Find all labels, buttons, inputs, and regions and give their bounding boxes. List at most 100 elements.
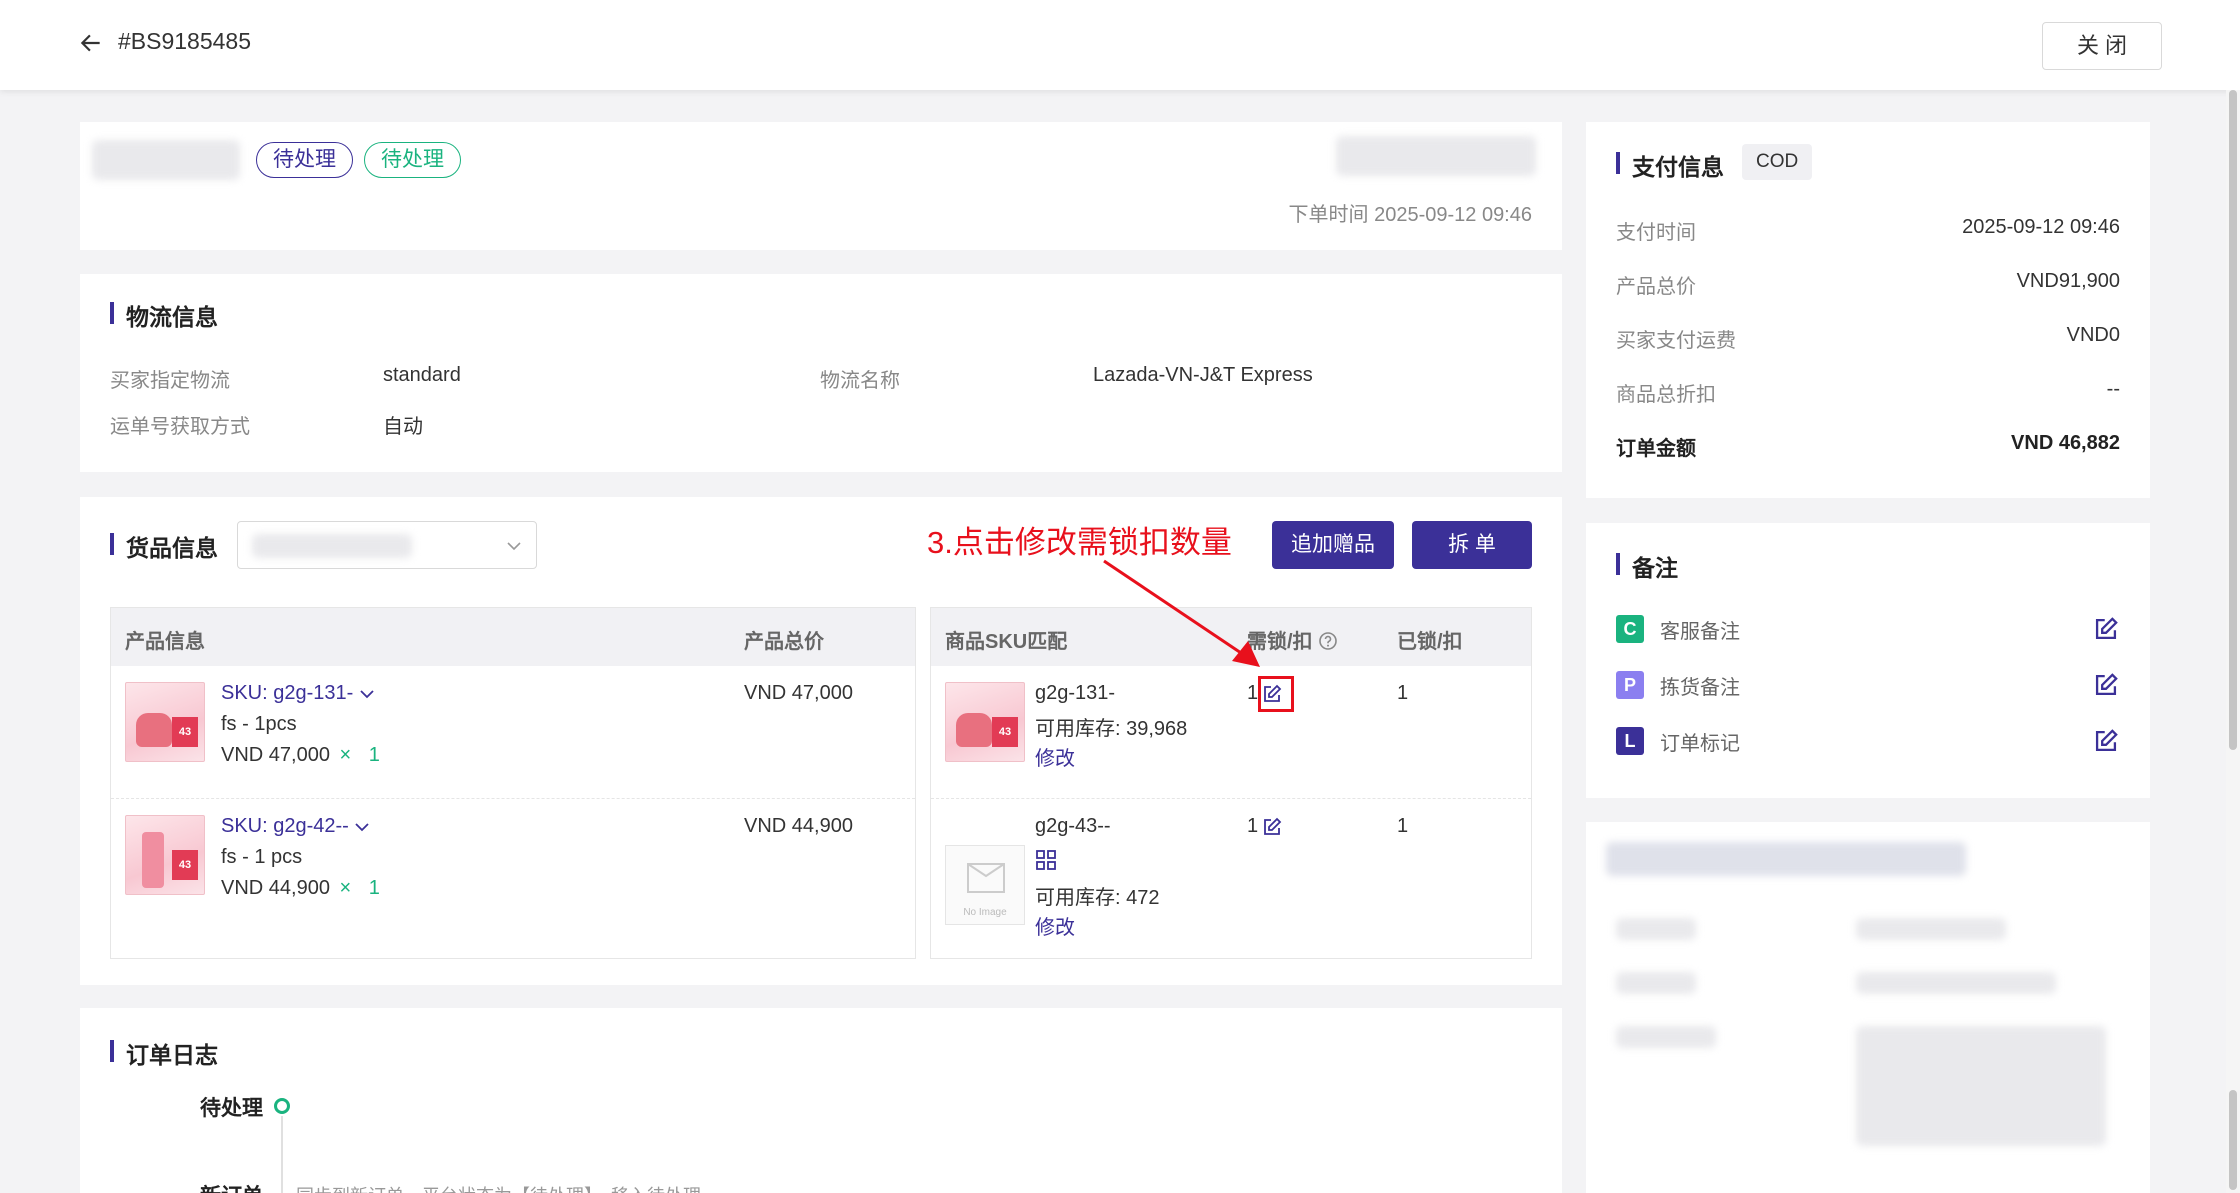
warehouse-select[interactable] (237, 521, 537, 569)
header-sku-match: 商品SKU匹配 (945, 631, 1068, 653)
remarks-title: 备注 (1616, 549, 1678, 583)
chevron-down-icon (355, 823, 370, 831)
order-log-card: 订单日志 待处理 新订单 同步到新订单，平台状态为【待处理】，移入待处理 (80, 1008, 1562, 1193)
product-total-label: 产品总价 (1616, 276, 1696, 298)
times-symbol: × (339, 744, 352, 766)
header-product-info: 产品信息 (125, 631, 205, 653)
edit-icon[interactable] (2092, 671, 2120, 699)
goods-title: 货品信息 (110, 529, 218, 563)
product-qty: 1 (368, 877, 380, 899)
page-scrollbar[interactable] (2226, 90, 2240, 1193)
locked-qty: 1 (1397, 815, 1409, 837)
edit-icon[interactable] (2092, 615, 2120, 643)
product-table: 产品信息 产品总价 43 SKU: g2g-131- fs - 1pcs VND… (110, 607, 916, 959)
remark-label: 客服备注 (1660, 621, 1740, 643)
log-description: 同步到新订单，平台状态为【待处理】，移入待处理 (296, 1182, 701, 1193)
order-time-value: 2025-09-12 09:46 (1374, 204, 1532, 226)
redacted-block (1616, 1026, 1716, 1048)
matched-sku: g2g-43-- (1035, 815, 1111, 837)
tracking-method-value: 自动 (383, 416, 423, 438)
split-order-button[interactable]: 拆 单 (1412, 521, 1532, 569)
redacted-order-ref (1336, 136, 1536, 176)
product-qty: 1 (368, 744, 380, 766)
scrollbar-thumb[interactable] (2229, 90, 2237, 750)
available-stock: 可用库存: 472 (1035, 887, 1160, 909)
scrollbar-thumb-lower[interactable] (2229, 1090, 2237, 1190)
redacted-warehouse (252, 534, 412, 558)
help-circle-icon[interactable] (1318, 631, 1338, 651)
payment-method-badge: COD (1742, 144, 1813, 180)
modify-link[interactable]: 修改 (1035, 911, 1075, 940)
logistics-name-value: Lazada-VN-J&T Express (1093, 364, 1313, 386)
available-stock: 可用库存: 39,968 (1035, 718, 1188, 740)
timeline-line (281, 1116, 283, 1193)
remark-label: 拣货备注 (1660, 677, 1740, 699)
product-image-badge: 43 (172, 717, 198, 747)
product-sku-link[interactable]: SKU: g2g-42-- (221, 815, 370, 838)
tracking-method-label: 运单号获取方式 (110, 416, 250, 438)
product-sku-link[interactable]: SKU: g2g-131- (221, 682, 375, 705)
product-image: 43 (125, 815, 205, 895)
sku-image-badge: 43 (992, 717, 1018, 747)
redacted-block (1616, 972, 1696, 994)
product-image-badge: 43 (172, 850, 198, 880)
close-button[interactable]: 关 闭 (2042, 22, 2162, 70)
remark-label: 订单标记 (1660, 733, 1740, 755)
timeline-dot (274, 1098, 290, 1114)
logistics-title: 物流信息 (110, 298, 218, 332)
order-time: 下单时间 2025-09-12 09:46 (1289, 198, 1532, 227)
remarks-card: 备注 C 客服备注 P 拣货备注 L 订单标记 (1586, 523, 2150, 798)
table-row: 43 SKU: g2g-131- fs - 1pcs VND 47,000 × … (111, 666, 915, 799)
need-lock-qty: 1 (1247, 815, 1259, 837)
discount-value: -- (2106, 378, 2120, 400)
product-total-value: VND91,900 (2016, 270, 2120, 292)
shipping-fee-label: 买家支付运费 (1616, 330, 1736, 352)
product-total: VND 44,900 (744, 815, 853, 837)
payment-title: 支付信息 (1616, 148, 1724, 182)
log-status: 新订单 (200, 1180, 263, 1193)
image-placeholder-icon (967, 863, 1005, 893)
redacted-block (1606, 842, 1966, 876)
times-symbol: × (339, 877, 352, 899)
product-variant: fs - 1pcs (221, 713, 297, 735)
remark-badge: C (1616, 615, 1644, 643)
annotation-arrow (1103, 559, 1260, 667)
table-row: No Image g2g-43-- 可用库存: 472 修改 1 1 (931, 799, 1531, 958)
edit-icon[interactable] (2092, 727, 2120, 755)
remark-badge: P (1616, 671, 1644, 699)
need-lock-qty: 1 (1247, 682, 1259, 704)
order-amount-label: 订单金额 (1616, 438, 1696, 460)
buyer-logistics-label: 买家指定物流 (110, 370, 230, 392)
product-sku: SKU: g2g-42-- (221, 815, 349, 837)
product-price-line: VND 47,000 × 1 (221, 744, 380, 767)
redacted-block (1616, 918, 1696, 940)
product-price: VND 44,900 (221, 877, 330, 899)
arrow-left-icon[interactable] (78, 30, 104, 56)
product-variant: fs - 1 pcs (221, 846, 303, 868)
grid-icon[interactable] (1035, 849, 1057, 871)
logistics-name-label: 物流名称 (820, 370, 900, 392)
redacted-block (1856, 1026, 2106, 1146)
redacted-block (1856, 918, 2006, 940)
add-gift-button[interactable]: 追加赠品 (1272, 521, 1394, 569)
order-summary-card: 待处理 待处理 下单时间 2025-09-12 09:46 (80, 122, 1562, 250)
header-locked: 已锁/扣 (1397, 631, 1463, 653)
payment-time-value: 2025-09-12 09:46 (1962, 216, 2120, 238)
product-sku: SKU: g2g-131- (221, 682, 354, 704)
chevron-down-icon (507, 542, 521, 551)
payment-time-label: 支付时间 (1616, 222, 1696, 244)
redacted-store-name (92, 140, 240, 180)
header-product-total: 产品总价 (744, 631, 824, 653)
sku-image: 43 (945, 682, 1025, 762)
modify-link[interactable]: 修改 (1035, 742, 1075, 771)
chevron-down-icon (360, 690, 374, 698)
payment-card: 支付信息 COD 支付时间 2025-09-12 09:46 产品总价 VND9… (1586, 122, 2150, 498)
remark-badge: L (1616, 727, 1644, 755)
table-row: 43 SKU: g2g-42-- fs - 1 pcs VND 44,900 ×… (111, 799, 915, 958)
edit-icon[interactable] (1261, 816, 1283, 838)
top-bar: #BS9185485 关 闭 (0, 0, 2240, 90)
goods-card: 货品信息 3.点击修改需锁扣数量 追加赠品 拆 单 产品信息 产品总价 43 S… (80, 497, 1562, 985)
discount-label: 商品总折扣 (1616, 384, 1716, 406)
no-image-text: No Image (963, 907, 1007, 918)
order-id: #BS9185485 (118, 28, 252, 54)
